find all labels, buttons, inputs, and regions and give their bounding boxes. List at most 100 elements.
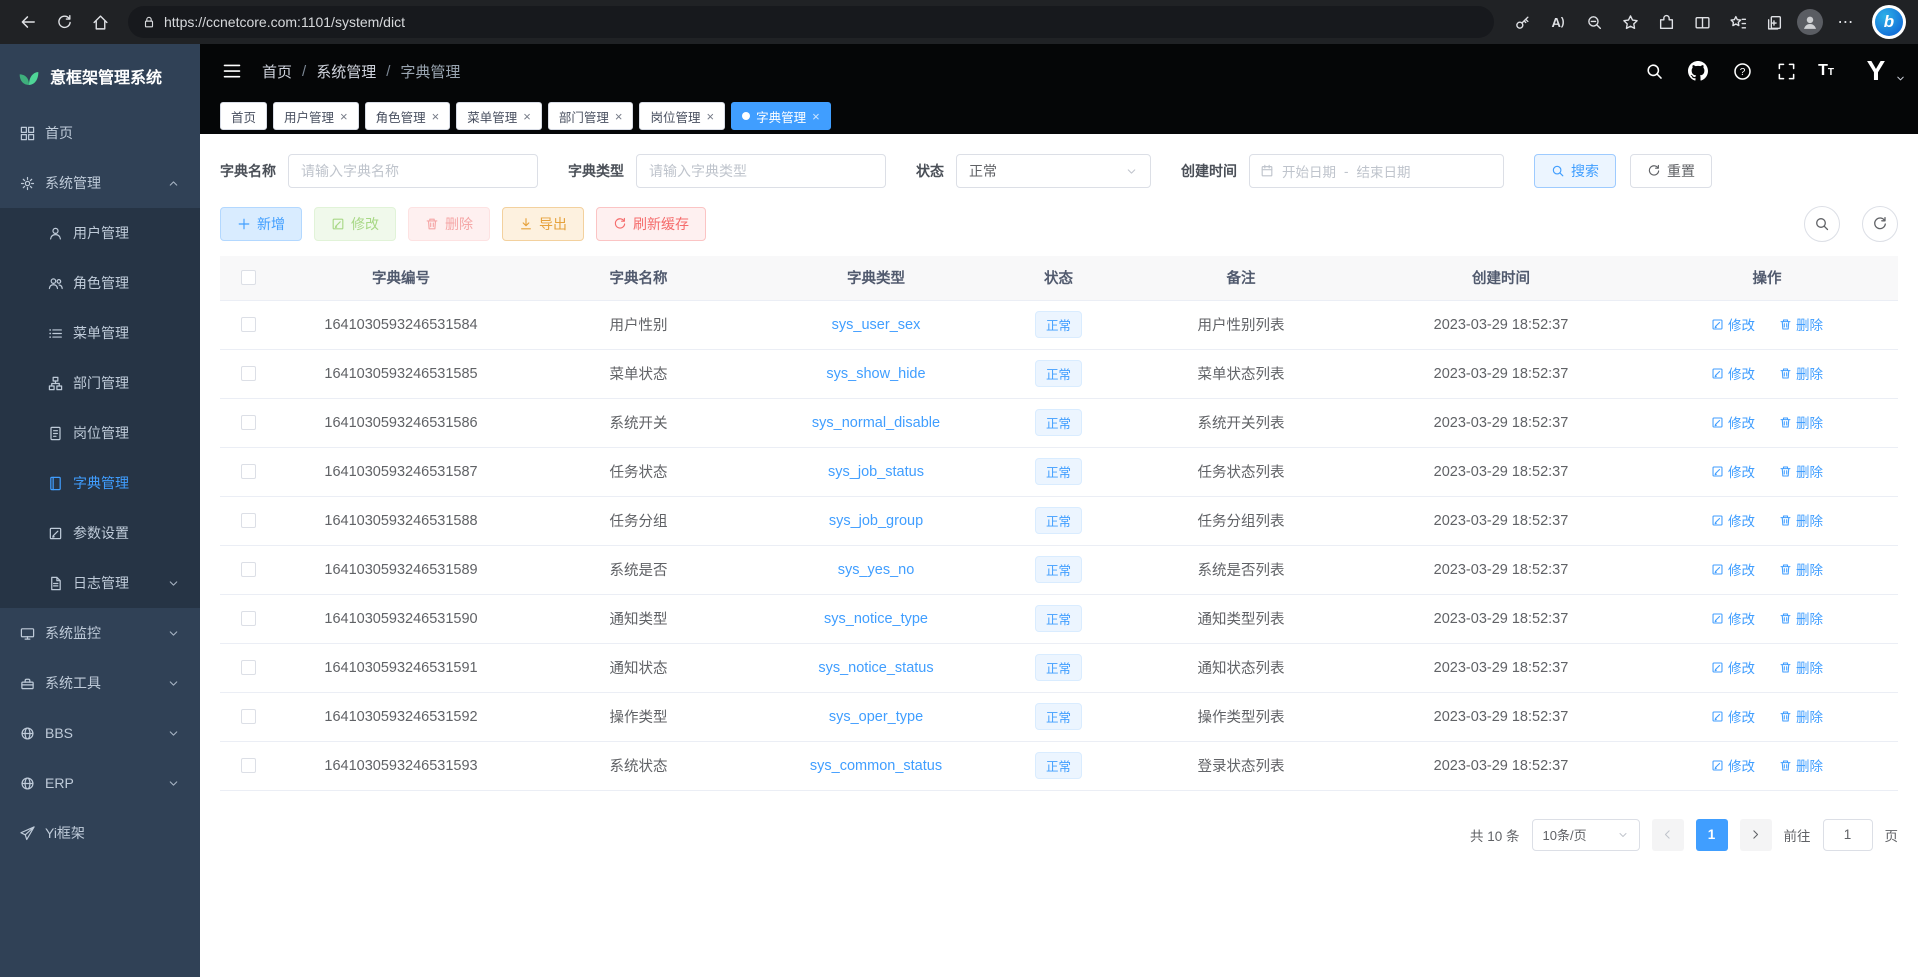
row-delete-button[interactable]: 删除	[1779, 314, 1823, 334]
row-edit-button[interactable]: 修改	[1711, 755, 1755, 775]
breadcrumb-home[interactable]: 首页	[262, 61, 292, 82]
toggle-search-button[interactable]	[1804, 206, 1840, 242]
tab-菜单管理[interactable]: 菜单管理×	[456, 102, 542, 130]
row-checkbox[interactable]	[241, 366, 256, 381]
row-checkbox[interactable]	[241, 709, 256, 724]
user-avatar[interactable]: Y	[1854, 49, 1898, 93]
row-edit-button[interactable]: 修改	[1711, 657, 1755, 677]
refresh-table-button[interactable]	[1862, 206, 1898, 242]
edit-button[interactable]: 修改	[314, 207, 396, 241]
tab-close-icon[interactable]: ×	[340, 110, 348, 123]
row-checkbox[interactable]	[241, 611, 256, 626]
hamburger-icon[interactable]	[220, 59, 244, 83]
row-checkbox[interactable]	[241, 317, 256, 332]
split-screen-icon[interactable]	[1686, 6, 1718, 38]
row-edit-button[interactable]: 修改	[1711, 559, 1755, 579]
address-bar[interactable]: https://ccnetcore.com:1101/system/dict	[128, 6, 1494, 38]
sidebar-item-role-management[interactable]: 角色管理	[0, 258, 200, 308]
help-icon[interactable]	[1730, 59, 1754, 83]
collections-icon[interactable]	[1758, 6, 1790, 38]
extensions-icon[interactable]	[1650, 6, 1682, 38]
browser-home-button[interactable]	[84, 6, 116, 38]
tab-close-icon[interactable]: ×	[523, 110, 531, 123]
page-size-select[interactable]: 10条/页	[1532, 819, 1640, 851]
header-search-icon[interactable]	[1642, 59, 1666, 83]
dict-type-link[interactable]: sys_job_group	[829, 513, 923, 529]
row-edit-button[interactable]: 修改	[1711, 314, 1755, 334]
tab-用户管理[interactable]: 用户管理×	[273, 102, 359, 130]
dict-name-input[interactable]	[288, 154, 538, 188]
row-edit-button[interactable]: 修改	[1711, 461, 1755, 481]
dict-type-link[interactable]: sys_common_status	[810, 758, 942, 774]
row-checkbox[interactable]	[241, 562, 256, 577]
sidebar-item-param-settings[interactable]: 参数设置	[0, 508, 200, 558]
page-number-1[interactable]: 1	[1696, 819, 1728, 851]
row-edit-button[interactable]: 修改	[1711, 706, 1755, 726]
tab-close-icon[interactable]: ×	[706, 110, 714, 123]
dict-type-link[interactable]: sys_normal_disable	[812, 415, 940, 431]
add-favorite-icon[interactable]	[1614, 6, 1646, 38]
sidebar-item-home[interactable]: 首页	[0, 108, 200, 158]
github-icon[interactable]	[1686, 59, 1710, 83]
delete-button[interactable]: 删除	[408, 207, 490, 241]
export-button[interactable]: 导出	[502, 207, 584, 241]
dict-type-link[interactable]: sys_show_hide	[826, 366, 925, 382]
row-edit-button[interactable]: 修改	[1711, 412, 1755, 432]
row-delete-button[interactable]: 删除	[1779, 706, 1823, 726]
password-key-icon[interactable]	[1506, 6, 1538, 38]
reset-button[interactable]: 重置	[1630, 154, 1712, 188]
date-range-picker[interactable]: 开始日期 - 结束日期	[1249, 154, 1504, 188]
row-delete-button[interactable]: 删除	[1779, 510, 1823, 530]
browser-menu-icon[interactable]: ⋯	[1830, 6, 1862, 38]
prev-page-button[interactable]	[1652, 819, 1684, 851]
tab-字典管理[interactable]: 字典管理×	[731, 102, 831, 130]
bing-copilot-icon[interactable]: b	[1872, 5, 1906, 39]
tab-岗位管理[interactable]: 岗位管理×	[639, 102, 725, 130]
dict-type-input[interactable]	[636, 154, 886, 188]
row-checkbox[interactable]	[241, 464, 256, 479]
zoom-icon[interactable]	[1578, 6, 1610, 38]
refresh-cache-button[interactable]: 刷新缓存	[596, 207, 706, 241]
dict-type-link[interactable]: sys_yes_no	[838, 562, 915, 578]
status-select[interactable]: 正常	[956, 154, 1151, 188]
dict-type-link[interactable]: sys_notice_type	[824, 611, 928, 627]
tab-首页[interactable]: 首页	[220, 102, 267, 130]
next-page-button[interactable]	[1740, 819, 1772, 851]
row-delete-button[interactable]: 删除	[1779, 608, 1823, 628]
row-delete-button[interactable]: 删除	[1779, 412, 1823, 432]
favorites-bar-icon[interactable]	[1722, 6, 1754, 38]
row-delete-button[interactable]: 删除	[1779, 461, 1823, 481]
dict-type-link[interactable]: sys_job_status	[828, 464, 924, 480]
row-delete-button[interactable]: 删除	[1779, 657, 1823, 677]
sidebar-item-system-monitor[interactable]: 系统监控	[0, 608, 200, 658]
row-edit-button[interactable]: 修改	[1711, 363, 1755, 383]
row-checkbox[interactable]	[241, 758, 256, 773]
sidebar-item-user-management[interactable]: 用户管理	[0, 208, 200, 258]
sidebar-item-system-tools[interactable]: 系统工具	[0, 658, 200, 708]
row-delete-button[interactable]: 删除	[1779, 559, 1823, 579]
dict-type-link[interactable]: sys_oper_type	[829, 709, 923, 725]
row-checkbox[interactable]	[241, 415, 256, 430]
sidebar-item-post-management[interactable]: 岗位管理	[0, 408, 200, 458]
browser-refresh-button[interactable]	[48, 6, 80, 38]
row-checkbox[interactable]	[241, 660, 256, 675]
sidebar-item-erp[interactable]: ERP	[0, 758, 200, 808]
breadcrumb-system[interactable]: 系统管理	[316, 61, 376, 82]
sidebar-item-system-management[interactable]: 系统管理	[0, 158, 200, 208]
row-delete-button[interactable]: 删除	[1779, 755, 1823, 775]
row-edit-button[interactable]: 修改	[1711, 510, 1755, 530]
tab-角色管理[interactable]: 角色管理×	[365, 102, 451, 130]
sidebar-item-yi-framework[interactable]: Yi框架	[0, 808, 200, 858]
fullscreen-icon[interactable]	[1774, 59, 1798, 83]
sidebar-item-dict-management[interactable]: 字典管理	[0, 458, 200, 508]
tab-close-icon[interactable]: ×	[812, 110, 820, 123]
row-checkbox[interactable]	[241, 513, 256, 528]
sidebar-item-menu-management[interactable]: 菜单管理	[0, 308, 200, 358]
tab-close-icon[interactable]: ×	[615, 110, 623, 123]
row-delete-button[interactable]: 删除	[1779, 363, 1823, 383]
goto-page-input[interactable]	[1823, 819, 1873, 851]
sidebar-item-dept-management[interactable]: 部门管理	[0, 358, 200, 408]
sidebar-item-log-management[interactable]: 日志管理	[0, 558, 200, 608]
browser-back-button[interactable]	[12, 6, 44, 38]
row-edit-button[interactable]: 修改	[1711, 608, 1755, 628]
